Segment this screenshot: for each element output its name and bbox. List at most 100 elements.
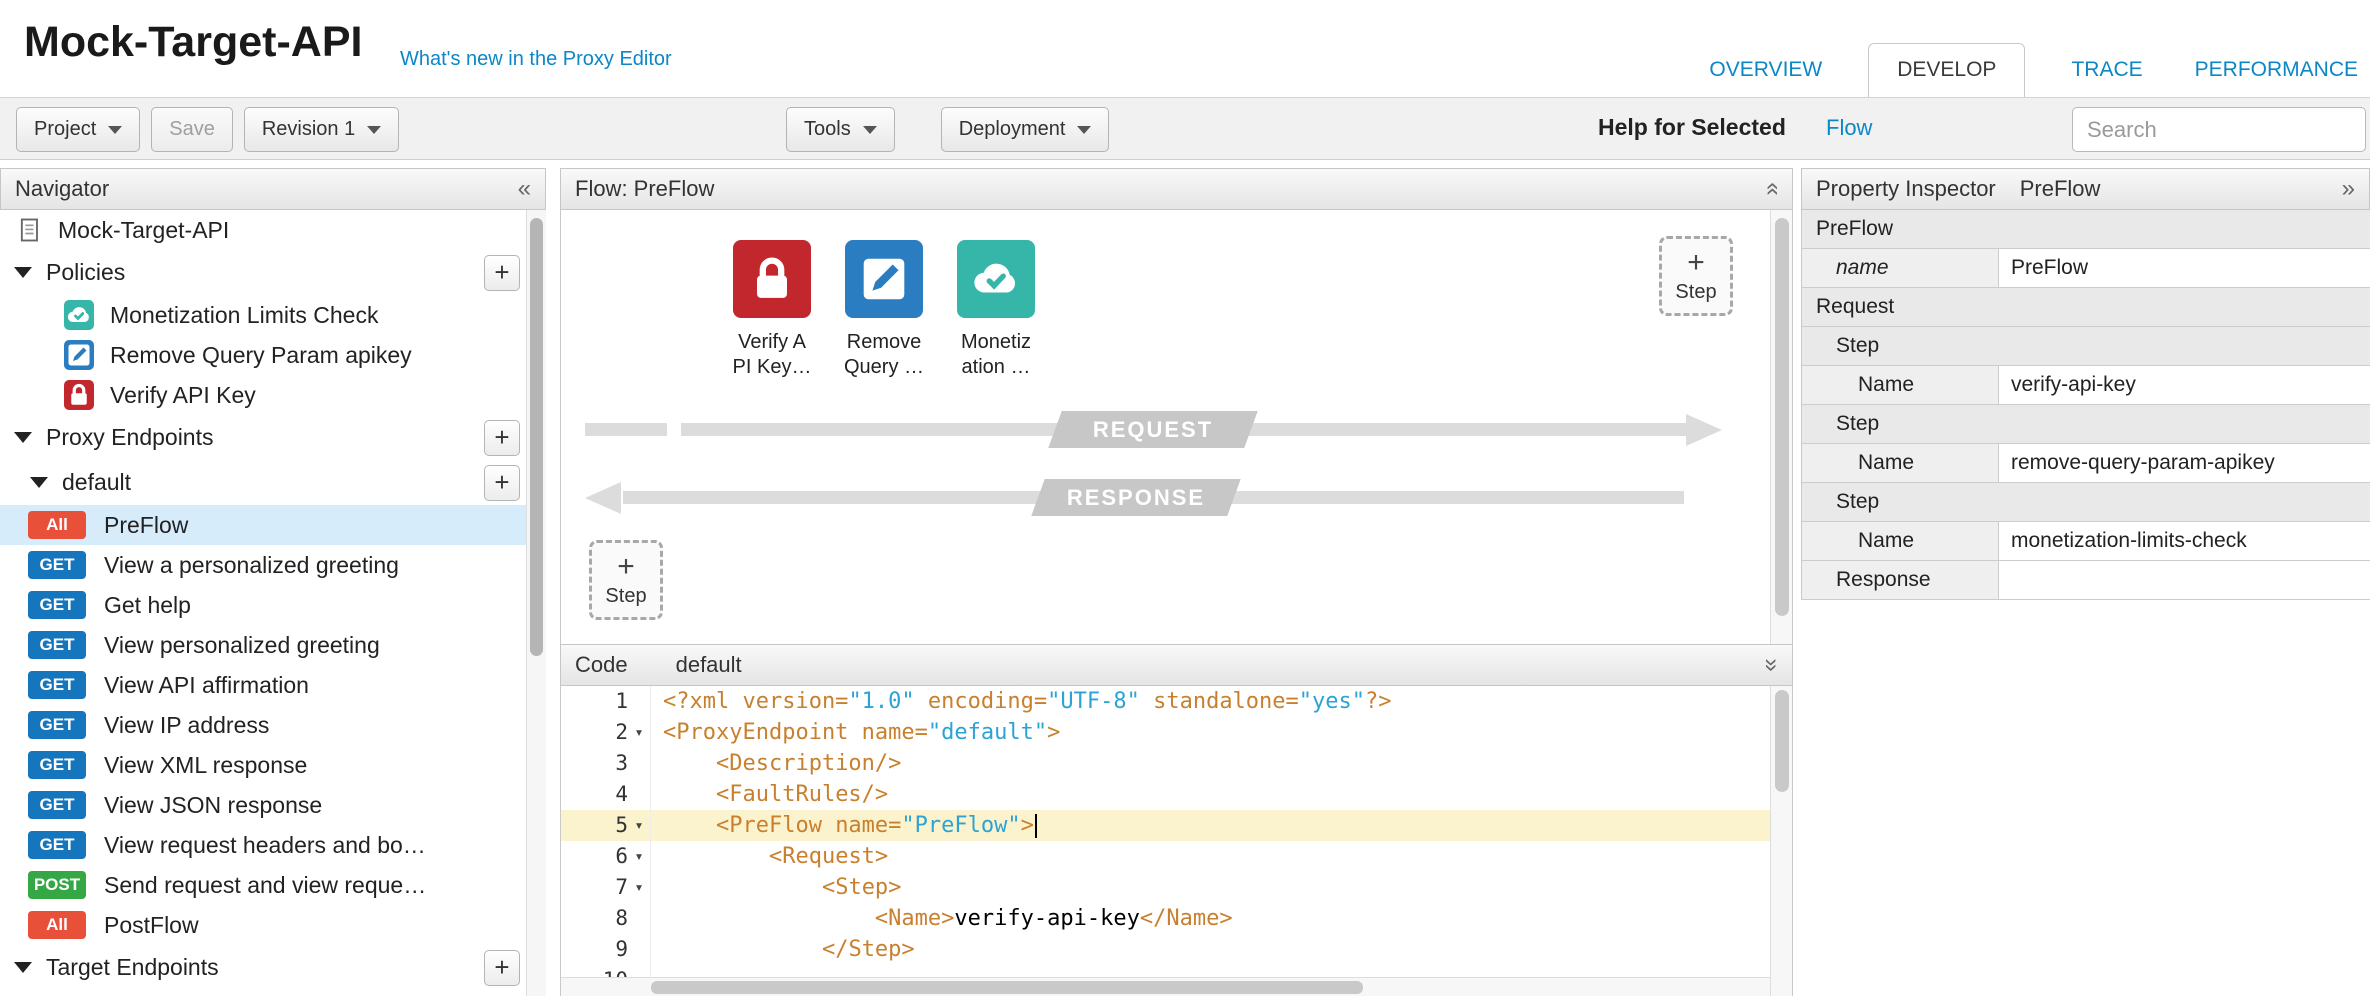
nav-flow-item[interactable]: GETView request headers and bo… [0, 825, 545, 865]
toolbar-center-group: Tools Deployment [786, 107, 1109, 152]
code-line: 8 <Name>verify-api-key</Name> [561, 903, 1792, 934]
request-label-chip: REQUEST [1048, 411, 1257, 448]
inspector-section-row: PreFlow [1802, 210, 2370, 249]
nav-section-proxy-endpoints[interactable]: Proxy Endpoints+ [0, 415, 545, 460]
add-proxy-endpoint-button[interactable]: + [484, 420, 520, 456]
tab-performance[interactable]: PERFORMANCE [2189, 44, 2364, 97]
text-cursor [1035, 814, 1037, 838]
tab-overview[interactable]: OVERVIEW [1703, 44, 1828, 97]
flow-step-pencil-icon[interactable] [845, 240, 923, 318]
fold-arrow-icon[interactable]: ▾ [628, 841, 650, 872]
flow-label: PreFlow [104, 512, 258, 539]
property-value[interactable] [1998, 561, 2370, 599]
line-number: 8 [615, 903, 628, 934]
nav-policy-item[interactable]: Remove Query Param apikey [0, 335, 545, 375]
help-for-selected-label: Help for Selected [1598, 114, 1786, 141]
add-step-button-request[interactable]: + Step [1659, 236, 1733, 316]
nav-flow-item[interactable]: GETView API affirmation [0, 665, 545, 705]
code-horizontal-scrollbar[interactable] [561, 977, 1770, 996]
scrollbar-thumb[interactable] [651, 981, 1363, 994]
revision-button[interactable]: Revision 1 [244, 107, 399, 152]
tab-trace[interactable]: TRACE [2065, 44, 2148, 97]
code-editor[interactable]: 1<?xml version="1.0" encoding="UTF-8" st… [560, 686, 1793, 996]
method-badge: GET [28, 671, 86, 699]
code-line: 7▾ <Step> [561, 872, 1792, 903]
nav-root-item[interactable]: Mock-Target-API [0, 210, 545, 250]
property-value[interactable]: verify-api-key [1998, 366, 2370, 404]
flow-step-cloud-check-icon[interactable] [957, 240, 1035, 318]
add-flow-button[interactable]: + [484, 465, 520, 501]
nav-policy-item[interactable]: Verify API Key [0, 375, 545, 415]
inspector-property-row: Response [1802, 561, 2370, 600]
navigator-scrollbar[interactable] [526, 210, 546, 996]
flow-scrollbar[interactable] [1770, 210, 1792, 644]
property-value[interactable]: monetization-limits-check [1998, 522, 2370, 560]
property-value[interactable]: remove-query-param-apikey [1998, 444, 2370, 482]
tab-develop[interactable]: DEVELOP [1868, 43, 2025, 97]
fold-arrow-icon[interactable]: ▾ [628, 810, 650, 841]
help-flow-link[interactable]: Flow [1826, 115, 1872, 141]
expand-right-icon[interactable]: » [2342, 177, 2355, 201]
nav-flow-item[interactable]: GETView personalized greeting [0, 625, 545, 665]
project-button[interactable]: Project [16, 107, 140, 152]
group-label: default [62, 469, 201, 496]
request-flow-arrow: REQUEST [585, 422, 1720, 438]
add-policy-button[interactable]: + [484, 255, 520, 291]
navigator-tree: Mock-Target-API Policies+ Monetization Lim… [0, 210, 546, 996]
add-step-button-response[interactable]: + Step [589, 540, 663, 620]
nav-endpoint-group-default[interactable]: default + [0, 460, 545, 505]
property-value[interactable]: PreFlow [1998, 249, 2370, 287]
collapse-up-icon[interactable]: » [1759, 182, 1783, 195]
nav-flow-item[interactable]: GETView a personalized greeting [0, 545, 545, 585]
plus-icon: + [1687, 249, 1705, 277]
nav-section-target-endpoints[interactable]: Target Endpoints + [0, 945, 545, 990]
nav-root-label: Mock-Target-API [58, 217, 299, 244]
inspector-property-row: Namemonetization-limits-check [1802, 522, 2370, 561]
line-number: 4 [615, 779, 628, 810]
method-badge: All [28, 911, 86, 939]
scrollbar-thumb[interactable] [530, 218, 543, 656]
fold-arrow-icon[interactable]: ▾ [628, 717, 650, 748]
nav-flow-item[interactable]: GET View JSON response [0, 785, 545, 825]
scrollbar-thumb[interactable] [1775, 218, 1789, 616]
search-input[interactable] [2072, 107, 2366, 152]
pencil-icon [64, 340, 94, 370]
caret-down-icon [14, 432, 32, 443]
collapse-down-icon[interactable]: » [1759, 658, 1783, 671]
nav-flow-item[interactable]: POSTSend request and view reque… [0, 865, 545, 905]
nav-flow-item[interactable]: AllPostFlow [0, 905, 545, 945]
code-text: <ProxyEndpoint name="default"> [651, 717, 1060, 748]
nav-flow-item[interactable]: GETGet help [0, 585, 545, 625]
property-key: Name [1802, 522, 1998, 560]
code-vertical-scrollbar[interactable] [1770, 686, 1792, 996]
scrollbar-thumb[interactable] [1775, 690, 1789, 792]
code-text: <Description/> [651, 748, 901, 779]
nav-flow-item[interactable]: GETView IP address [0, 705, 545, 745]
property-key: Response [1802, 561, 1998, 599]
nav-policy-item[interactable]: Monetization Limits Check [0, 295, 545, 335]
code-text: <Name>verify-api-key</Name> [651, 903, 1233, 934]
line-number: 9 [615, 934, 628, 965]
tools-button[interactable]: Tools [786, 107, 895, 152]
policy-label: Monetization Limits Check [110, 302, 448, 329]
section-label: Target Endpoints [46, 954, 289, 981]
collapse-left-icon[interactable]: « [518, 177, 531, 201]
method-badge: GET [28, 791, 86, 819]
request-label: REQUEST [1092, 417, 1212, 443]
fold-arrow-icon[interactable]: ▾ [628, 872, 650, 903]
save-button[interactable]: Save [151, 107, 233, 152]
whats-new-link[interactable]: What's new in the Proxy Editor [400, 48, 672, 71]
nav-flow-item[interactable]: AllPreFlow [0, 505, 545, 545]
deployment-button[interactable]: Deployment [941, 107, 1110, 152]
line-gutter: 3 [561, 748, 651, 779]
cloud-check-icon [957, 250, 1035, 308]
flow-step-lock-icon[interactable] [733, 240, 811, 318]
line-number: 5 [615, 810, 628, 841]
flow-label: View request headers and bo… [104, 832, 496, 859]
flow-label: View IP address [104, 712, 339, 739]
add-target-endpoint-button[interactable]: + [484, 950, 520, 986]
nav-flow-item[interactable]: GETView XML response [0, 745, 545, 785]
nav-section-policies[interactable]: Policies+ [0, 250, 545, 295]
section-label: Step [1802, 412, 1879, 436]
flow-label: View JSON response [104, 792, 392, 819]
